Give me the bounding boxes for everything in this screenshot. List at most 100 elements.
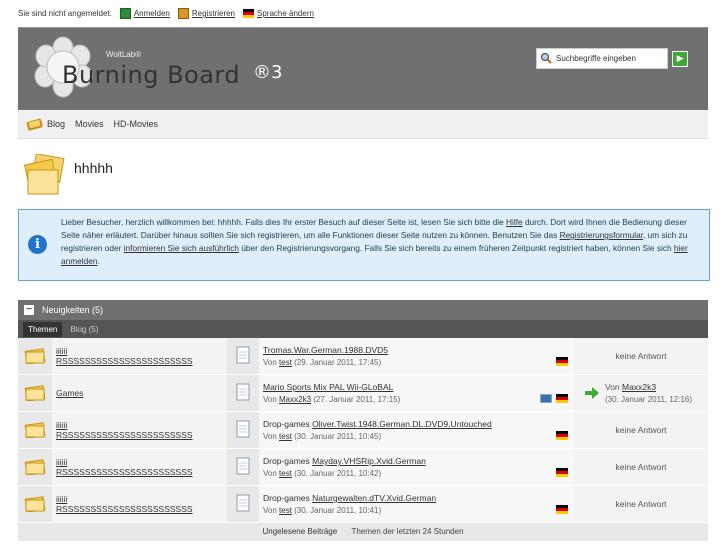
registration-form-link[interactable]: Registrierungsformular xyxy=(560,230,643,240)
nav-tab-hd-movies[interactable]: HD-Movies xyxy=(112,119,161,129)
response-status: keine Antwort xyxy=(615,351,667,361)
search-icon xyxy=(540,52,552,66)
folder-icon xyxy=(24,496,46,513)
board-name-top[interactable]: iiiiii xyxy=(56,494,226,504)
author-link[interactable]: test xyxy=(279,432,292,441)
image-icon xyxy=(540,394,552,403)
post-date: (30. Januar 2011, 10:42) xyxy=(291,469,382,478)
document-icon xyxy=(236,494,250,512)
german-flag-icon xyxy=(556,505,568,514)
document-icon xyxy=(236,420,250,438)
brand-small: WoltLab® xyxy=(106,50,142,59)
topic-title-link[interactable]: Mayday.VHSRip.Xvid.German xyxy=(312,456,426,466)
collapse-icon[interactable]: − xyxy=(24,305,34,315)
folder-stack-icon xyxy=(24,154,65,195)
folder-icon xyxy=(24,385,46,402)
topic-prefix: Drop-games xyxy=(263,456,313,466)
language-link[interactable]: Sprache ändern xyxy=(243,9,314,18)
folder-icon xyxy=(24,348,46,365)
folder-icon xyxy=(24,459,46,476)
search-form: Suchbegriffe eingeben ▶ xyxy=(536,48,688,69)
german-flag-icon xyxy=(243,9,255,18)
author-link[interactable]: Maxx2k3 xyxy=(279,395,311,404)
post-date: (30. Januar 2011, 10:45) xyxy=(291,432,382,441)
post-date: (29. Januar 2011, 17:45) xyxy=(291,358,382,367)
login-icon xyxy=(119,8,131,19)
board-name[interactable]: RSSSSSSSSSSSSSSSSSSSSSSS xyxy=(56,467,226,477)
response-by-label: Von xyxy=(605,382,623,392)
german-flag-icon xyxy=(556,468,568,477)
help-link[interactable]: Hilfe xyxy=(506,217,523,227)
search-input[interactable]: Suchbegriffe eingeben xyxy=(536,48,669,69)
german-flag-icon xyxy=(556,431,568,440)
board-name[interactable]: RSSSSSSSSSSSSSSSSSSSSSSS xyxy=(56,356,226,366)
nav-tab-movies[interactable]: Movies xyxy=(73,119,106,129)
category-tabs: Themen Blog (5) xyxy=(18,320,708,338)
login-status: Sie sind nicht angemeldet. xyxy=(18,9,112,18)
info-icon: i xyxy=(28,235,47,254)
german-flag-icon xyxy=(556,394,568,403)
response-date: (30. Januar 2011, 12:16) xyxy=(605,395,693,404)
recent-topics-link[interactable]: Themen der letzten 24 Stunden xyxy=(351,527,463,536)
board-footer: Ungelesene Beiträge Themen der letzten 2… xyxy=(18,523,708,541)
by-label: Von xyxy=(263,469,280,478)
by-label: Von xyxy=(263,395,280,404)
user-status-bar: Sie sind nicht angemeldet. Anmelden Regi… xyxy=(18,8,314,19)
main-navigation: Blog Movies HD-Movies xyxy=(18,110,708,139)
topic-title-link[interactable]: Mario Sports Mix PAL Wii-GLoBAL xyxy=(263,382,393,392)
document-icon xyxy=(236,383,250,401)
arrow-right-icon[interactable] xyxy=(585,387,599,399)
table-row: iiiiii RSSSSSSSSSSSSSSSSSSSSSSS Drop-games… xyxy=(18,485,708,523)
register-link[interactable]: Registrieren xyxy=(177,8,235,19)
category-header: − Neuigkeiten (5) xyxy=(18,300,708,320)
topic-title-link[interactable]: Naturgewalten.dTV.Xvid.German xyxy=(312,493,436,503)
topic-prefix: Drop-games xyxy=(263,493,313,503)
board-name-top[interactable]: iiiiii xyxy=(56,346,226,356)
register-icon xyxy=(177,8,189,19)
welcome-info-box: i Lieber Besucher, herzlich willkommen b… xyxy=(18,209,710,281)
board-name-top[interactable]: iiiiii xyxy=(56,457,226,467)
by-label: Von xyxy=(263,432,280,441)
table-row: Games Mario Sports Mix PAL Wii-GLoBAL Von … xyxy=(18,374,708,412)
category-title[interactable]: Neuigkeiten (5) xyxy=(42,305,103,315)
post-date: (27. Januar 2011, 17:15) xyxy=(311,395,401,404)
board-category: − Neuigkeiten (5) Themen Blog (5) iiiiii… xyxy=(18,300,708,541)
table-row: iiiiii RSSSSSSSSSSSSSSSSSSSSSSS Drop-games… xyxy=(18,411,708,449)
welcome-text: Lieber Besucher, herzlich willkommen bei… xyxy=(61,217,688,266)
play-arrow-icon: ▶ xyxy=(676,53,684,63)
topic-title-link[interactable]: Tromas.War.German.1988.DVD5 xyxy=(263,345,388,355)
topic-title-link[interactable]: Oliver.Twist.1948.German.DL.DVD9.Untouch… xyxy=(312,419,492,429)
board-name[interactable]: Games xyxy=(56,388,226,398)
nav-tab-blog[interactable]: Blog xyxy=(24,117,67,131)
unread-posts-link[interactable]: Ungelesene Beiträge xyxy=(262,527,337,536)
response-status: keine Antwort xyxy=(615,462,667,472)
board-name[interactable]: RSSSSSSSSSSSSSSSSSSSSSSS xyxy=(56,430,226,440)
author-link[interactable]: test xyxy=(279,358,292,367)
board-name[interactable]: RSSSSSSSSSSSSSSSSSSSSSSS xyxy=(56,504,226,514)
author-link[interactable]: test xyxy=(279,469,292,478)
registration-info-link[interactable]: informieren Sie sich ausführlich xyxy=(124,243,239,253)
post-date: (30. Januar 2011, 10:41) xyxy=(291,506,382,515)
by-label: Von xyxy=(263,358,280,367)
board-name-top[interactable]: iiiiii xyxy=(56,420,226,430)
search-submit-button[interactable]: ▶ xyxy=(672,50,688,67)
login-link[interactable]: Anmelden xyxy=(119,8,170,19)
board-table: iiiiii RSSSSSSSSSSSSSSSSSSSSSSS Tromas.War… xyxy=(18,338,708,523)
author-link[interactable]: test xyxy=(279,506,292,515)
table-row: iiiiii RSSSSSSSSSSSSSSSSSSSSSSS Drop-games… xyxy=(18,448,708,486)
site-header: WoltLab® Burning Board ®3 Suchbegriffe e… xyxy=(18,27,708,110)
tab-blog[interactable]: Blog (5) xyxy=(70,325,98,334)
brand-suffix: ®3 xyxy=(253,62,283,83)
document-icon xyxy=(236,346,250,364)
german-flag-icon xyxy=(556,357,568,366)
brand-name[interactable]: Burning Board xyxy=(62,61,240,89)
page-title: hhhhh xyxy=(74,160,113,176)
tab-themen[interactable]: Themen xyxy=(23,321,63,337)
topic-prefix: Drop-games xyxy=(263,419,313,429)
response-author-link[interactable]: Maxx2k3 xyxy=(622,382,656,392)
document-icon xyxy=(236,457,250,475)
response-status: keine Antwort xyxy=(615,425,667,435)
table-row: iiiiii RSSSSSSSSSSSSSSSSSSSSSSS Tromas.War… xyxy=(18,338,708,375)
folder-icon xyxy=(24,422,46,439)
by-label: Von xyxy=(263,506,280,515)
